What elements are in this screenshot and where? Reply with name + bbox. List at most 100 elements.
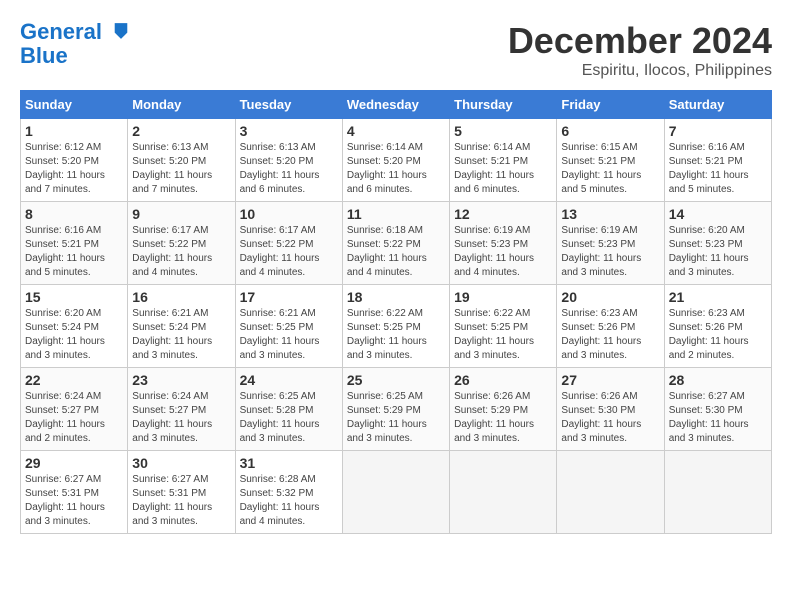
day-info: Sunrise: 6:12 AMSunset: 5:20 PMDaylight:… [25,141,123,197]
day-number: 30 [132,455,230,471]
day-info: Sunrise: 6:16 AMSunset: 5:21 PMDaylight:… [25,224,123,280]
calendar-cell: 17 Sunrise: 6:21 AMSunset: 5:25 PMDaylig… [235,285,342,368]
day-number: 17 [240,289,338,305]
weekday-header-row: SundayMondayTuesdayWednesdayThursdayFrid… [21,91,772,119]
calendar-cell: 21 Sunrise: 6:23 AMSunset: 5:26 PMDaylig… [664,285,771,368]
day-info: Sunrise: 6:25 AMSunset: 5:29 PMDaylight:… [347,390,445,446]
weekday-header: Friday [557,91,664,119]
day-number: 15 [25,289,123,305]
day-info: Sunrise: 6:23 AMSunset: 5:26 PMDaylight:… [561,307,659,363]
calendar-cell: 10 Sunrise: 6:17 AMSunset: 5:22 PMDaylig… [235,202,342,285]
day-info: Sunrise: 6:27 AMSunset: 5:30 PMDaylight:… [669,390,767,446]
calendar-cell: 5 Sunrise: 6:14 AMSunset: 5:21 PMDayligh… [450,119,557,202]
logo-text-blue: Blue [20,44,132,68]
day-info: Sunrise: 6:16 AMSunset: 5:21 PMDaylight:… [669,141,767,197]
day-number: 22 [25,372,123,388]
logo-text: General [20,20,132,44]
day-info: Sunrise: 6:13 AMSunset: 5:20 PMDaylight:… [132,141,230,197]
day-number: 4 [347,123,445,139]
day-number: 20 [561,289,659,305]
calendar-cell: 23 Sunrise: 6:24 AMSunset: 5:27 PMDaylig… [128,368,235,451]
day-number: 2 [132,123,230,139]
day-number: 9 [132,206,230,222]
calendar-cell: 26 Sunrise: 6:26 AMSunset: 5:29 PMDaylig… [450,368,557,451]
calendar-cell: 9 Sunrise: 6:17 AMSunset: 5:22 PMDayligh… [128,202,235,285]
day-number: 18 [347,289,445,305]
calendar-cell: 4 Sunrise: 6:14 AMSunset: 5:20 PMDayligh… [342,119,449,202]
calendar-cell: 30 Sunrise: 6:27 AMSunset: 5:31 PMDaylig… [128,451,235,534]
day-number: 10 [240,206,338,222]
day-number: 1 [25,123,123,139]
day-info: Sunrise: 6:25 AMSunset: 5:28 PMDaylight:… [240,390,338,446]
day-info: Sunrise: 6:26 AMSunset: 5:30 PMDaylight:… [561,390,659,446]
day-info: Sunrise: 6:21 AMSunset: 5:24 PMDaylight:… [132,307,230,363]
logo: General Blue [20,20,132,68]
calendar-cell: 19 Sunrise: 6:22 AMSunset: 5:25 PMDaylig… [450,285,557,368]
day-number: 16 [132,289,230,305]
day-info: Sunrise: 6:26 AMSunset: 5:29 PMDaylight:… [454,390,552,446]
calendar-cell: 1 Sunrise: 6:12 AMSunset: 5:20 PMDayligh… [21,119,128,202]
calendar-cell: 2 Sunrise: 6:13 AMSunset: 5:20 PMDayligh… [128,119,235,202]
day-number: 14 [669,206,767,222]
day-number: 3 [240,123,338,139]
day-number: 19 [454,289,552,305]
day-number: 28 [669,372,767,388]
day-info: Sunrise: 6:23 AMSunset: 5:26 PMDaylight:… [669,307,767,363]
day-number: 12 [454,206,552,222]
calendar-cell: 28 Sunrise: 6:27 AMSunset: 5:30 PMDaylig… [664,368,771,451]
weekday-header: Tuesday [235,91,342,119]
day-info: Sunrise: 6:19 AMSunset: 5:23 PMDaylight:… [561,224,659,280]
calendar-cell: 8 Sunrise: 6:16 AMSunset: 5:21 PMDayligh… [21,202,128,285]
day-info: Sunrise: 6:20 AMSunset: 5:23 PMDaylight:… [669,224,767,280]
day-info: Sunrise: 6:21 AMSunset: 5:25 PMDaylight:… [240,307,338,363]
day-number: 31 [240,455,338,471]
day-info: Sunrise: 6:24 AMSunset: 5:27 PMDaylight:… [132,390,230,446]
calendar-cell: 11 Sunrise: 6:18 AMSunset: 5:22 PMDaylig… [342,202,449,285]
day-number: 6 [561,123,659,139]
day-number: 25 [347,372,445,388]
calendar-week-row: 29 Sunrise: 6:27 AMSunset: 5:31 PMDaylig… [21,451,772,534]
day-info: Sunrise: 6:19 AMSunset: 5:23 PMDaylight:… [454,224,552,280]
weekday-header: Wednesday [342,91,449,119]
day-number: 21 [669,289,767,305]
calendar-week-row: 1 Sunrise: 6:12 AMSunset: 5:20 PMDayligh… [21,119,772,202]
day-info: Sunrise: 6:18 AMSunset: 5:22 PMDaylight:… [347,224,445,280]
calendar-cell: 25 Sunrise: 6:25 AMSunset: 5:29 PMDaylig… [342,368,449,451]
day-number: 13 [561,206,659,222]
day-info: Sunrise: 6:17 AMSunset: 5:22 PMDaylight:… [240,224,338,280]
calendar-cell: 31 Sunrise: 6:28 AMSunset: 5:32 PMDaylig… [235,451,342,534]
page-header: General Blue December 2024 Espiritu, Ilo… [20,20,772,80]
day-info: Sunrise: 6:28 AMSunset: 5:32 PMDaylight:… [240,473,338,529]
calendar-table: SundayMondayTuesdayWednesdayThursdayFrid… [20,90,772,534]
calendar-cell [450,451,557,534]
calendar-cell: 20 Sunrise: 6:23 AMSunset: 5:26 PMDaylig… [557,285,664,368]
day-number: 8 [25,206,123,222]
day-number: 26 [454,372,552,388]
weekday-header: Sunday [21,91,128,119]
calendar-week-row: 8 Sunrise: 6:16 AMSunset: 5:21 PMDayligh… [21,202,772,285]
calendar-cell: 29 Sunrise: 6:27 AMSunset: 5:31 PMDaylig… [21,451,128,534]
day-number: 5 [454,123,552,139]
calendar-cell [342,451,449,534]
calendar-cell: 12 Sunrise: 6:19 AMSunset: 5:23 PMDaylig… [450,202,557,285]
calendar-cell: 16 Sunrise: 6:21 AMSunset: 5:24 PMDaylig… [128,285,235,368]
calendar-cell: 24 Sunrise: 6:25 AMSunset: 5:28 PMDaylig… [235,368,342,451]
day-number: 24 [240,372,338,388]
calendar-cell: 6 Sunrise: 6:15 AMSunset: 5:21 PMDayligh… [557,119,664,202]
calendar-cell: 15 Sunrise: 6:20 AMSunset: 5:24 PMDaylig… [21,285,128,368]
calendar-cell: 3 Sunrise: 6:13 AMSunset: 5:20 PMDayligh… [235,119,342,202]
weekday-header: Monday [128,91,235,119]
day-info: Sunrise: 6:27 AMSunset: 5:31 PMDaylight:… [132,473,230,529]
day-number: 27 [561,372,659,388]
calendar-cell [664,451,771,534]
day-info: Sunrise: 6:22 AMSunset: 5:25 PMDaylight:… [454,307,552,363]
calendar-cell: 13 Sunrise: 6:19 AMSunset: 5:23 PMDaylig… [557,202,664,285]
calendar-cell: 27 Sunrise: 6:26 AMSunset: 5:30 PMDaylig… [557,368,664,451]
day-info: Sunrise: 6:20 AMSunset: 5:24 PMDaylight:… [25,307,123,363]
day-number: 29 [25,455,123,471]
day-info: Sunrise: 6:13 AMSunset: 5:20 PMDaylight:… [240,141,338,197]
location: Espiritu, Ilocos, Philippines [508,62,772,80]
day-info: Sunrise: 6:22 AMSunset: 5:25 PMDaylight:… [347,307,445,363]
day-number: 7 [669,123,767,139]
day-info: Sunrise: 6:15 AMSunset: 5:21 PMDaylight:… [561,141,659,197]
